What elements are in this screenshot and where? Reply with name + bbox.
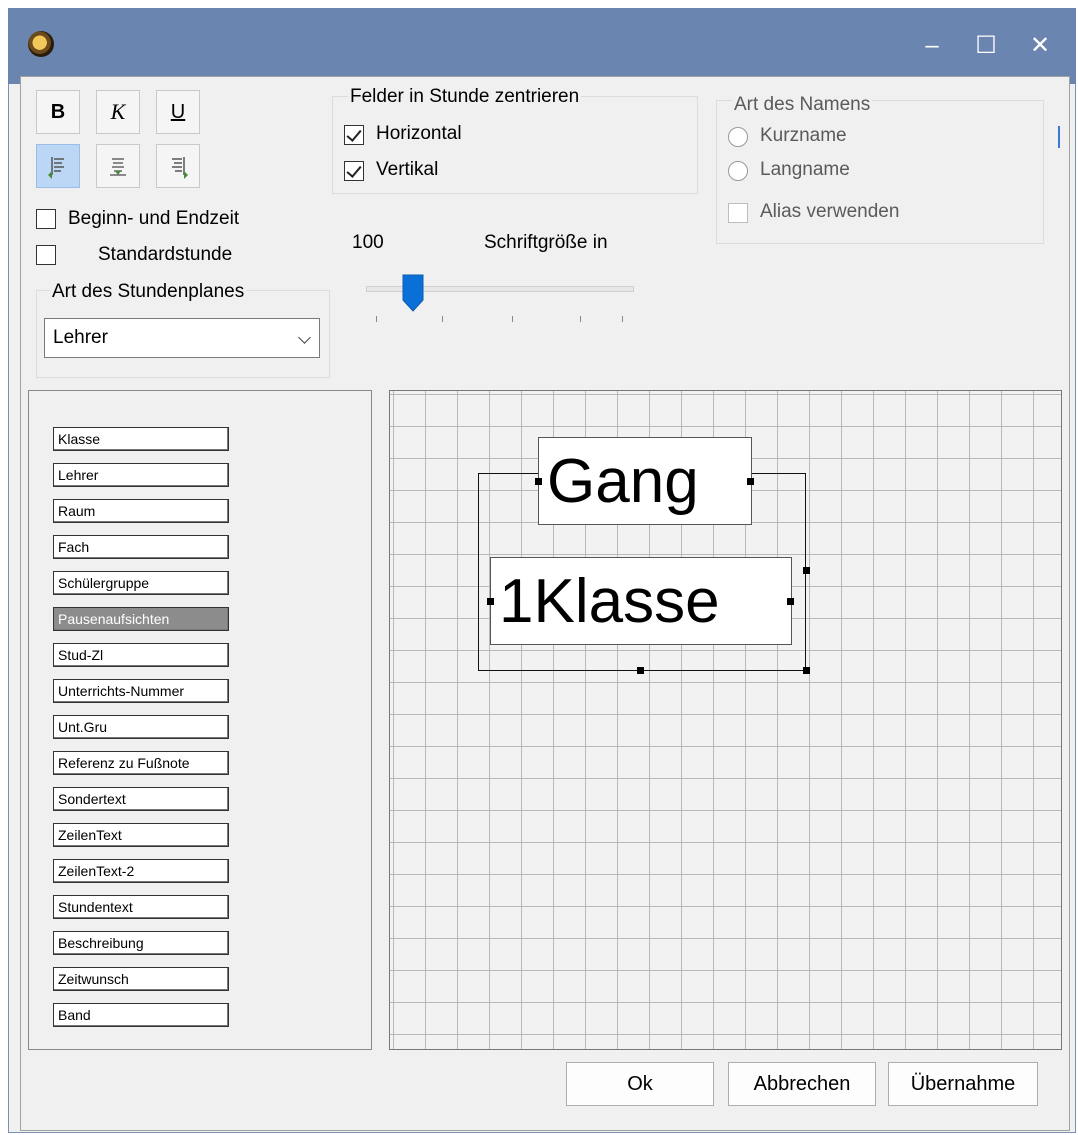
resize-handle[interactable]	[637, 667, 644, 674]
minimize-button[interactable]: –	[912, 28, 952, 64]
field-item[interactable]: Raum	[53, 499, 229, 523]
timetable-type-value: Lehrer	[53, 327, 108, 348]
timetable-type-select[interactable]: Lehrer	[44, 318, 320, 358]
short-name-label: Kurzname	[760, 125, 847, 146]
resize-handle[interactable]	[803, 667, 810, 674]
apply-button[interactable]: Übernahme	[888, 1062, 1038, 1106]
canvas-field-gang[interactable]: Gang	[538, 437, 752, 525]
slider-tick	[622, 316, 623, 322]
long-name-label: Langname	[760, 159, 850, 180]
align-left-icon	[48, 157, 64, 179]
alias-label: Alias verwenden	[760, 201, 900, 222]
horizontal-label: Horizontal	[376, 123, 462, 144]
field-item[interactable]: Referenz zu Fußnote	[53, 751, 229, 775]
slider-tick	[376, 316, 377, 322]
long-name-radio[interactable]	[728, 161, 748, 181]
align-center-icon	[110, 158, 126, 176]
field-item[interactable]: ZeilenText	[53, 823, 229, 847]
field-list-panel: Klasse Lehrer Raum Fach Schülergruppe Pausena…	[28, 390, 372, 1050]
resize-handle[interactable]	[747, 478, 754, 485]
field-item[interactable]: Band	[53, 1003, 229, 1027]
font-size-slider-thumb[interactable]	[402, 274, 424, 312]
resize-handle[interactable]	[487, 598, 494, 605]
begin-end-time-label: Beginn- und Endzeit	[68, 208, 240, 229]
field-item[interactable]: Klasse	[53, 427, 229, 451]
field-item[interactable]: ZeilenText-2	[53, 859, 229, 883]
bold-button[interactable]: B	[36, 90, 80, 134]
field-item[interactable]: Stud-Zl	[53, 643, 229, 667]
app-clock-icon[interactable]	[28, 31, 54, 57]
field-item[interactable]: Unt.Gru	[53, 715, 229, 739]
italic-button[interactable]: K	[96, 90, 140, 134]
horizontal-checkbox[interactable]	[344, 125, 364, 145]
field-item[interactable]: Unterrichts-Nummer	[53, 679, 229, 703]
name-type-title: Art des Namens	[732, 94, 873, 116]
vertical-label: Vertikal	[376, 159, 439, 180]
focus-mark	[1058, 126, 1060, 148]
slider-tick	[442, 316, 443, 322]
bold-icon: B	[50, 100, 66, 123]
ok-button[interactable]: Ok	[566, 1062, 714, 1106]
font-size-label: Schriftgröße in	[484, 232, 608, 253]
slider-tick	[512, 316, 513, 322]
underline-button[interactable]: U	[156, 90, 200, 134]
standard-hour-checkbox[interactable]	[36, 245, 56, 265]
timetable-type-title: Art des Stundenplanes	[50, 281, 247, 303]
field-item[interactable]: Fach	[53, 535, 229, 559]
align-center-button[interactable]	[96, 144, 140, 188]
cancel-button[interactable]: Abbrechen	[728, 1062, 876, 1106]
field-item[interactable]: Beschreibung	[53, 931, 229, 955]
field-item[interactable]: Sondertext	[53, 787, 229, 811]
align-left-button[interactable]	[36, 144, 80, 188]
slider-tick	[580, 316, 581, 322]
italic-icon: K	[110, 99, 126, 124]
short-name-radio[interactable]	[728, 127, 748, 147]
field-item[interactable]: Lehrer	[53, 463, 229, 487]
align-right-button[interactable]	[156, 144, 200, 188]
resize-handle[interactable]	[535, 478, 542, 485]
underline-icon: U	[170, 100, 186, 123]
close-button[interactable]: ✕	[1020, 28, 1060, 64]
layout-grid-canvas[interactable]: Gang 1Klasse	[389, 390, 1062, 1050]
standard-hour-label: Standardstunde	[98, 244, 233, 265]
center-fields-title: Felder in Stunde zentrieren	[348, 86, 582, 108]
alias-checkbox[interactable]	[728, 203, 748, 223]
resize-handle[interactable]	[787, 598, 794, 605]
vertical-checkbox[interactable]	[344, 161, 364, 181]
font-size-value: 100	[352, 232, 384, 253]
resize-handle[interactable]	[803, 567, 810, 574]
align-right-icon	[172, 157, 188, 179]
begin-end-time-checkbox[interactable]	[36, 209, 56, 229]
maximize-button[interactable]: ☐	[966, 28, 1006, 64]
field-item[interactable]: Schülergruppe	[53, 571, 229, 595]
canvas-field-klasse[interactable]: 1Klasse	[490, 557, 792, 645]
field-item[interactable]: Pausenaufsichten	[53, 607, 229, 631]
field-item[interactable]: Zeitwunsch	[53, 967, 229, 991]
field-item[interactable]: Stundentext	[53, 895, 229, 919]
chevron-down-icon	[298, 331, 311, 344]
